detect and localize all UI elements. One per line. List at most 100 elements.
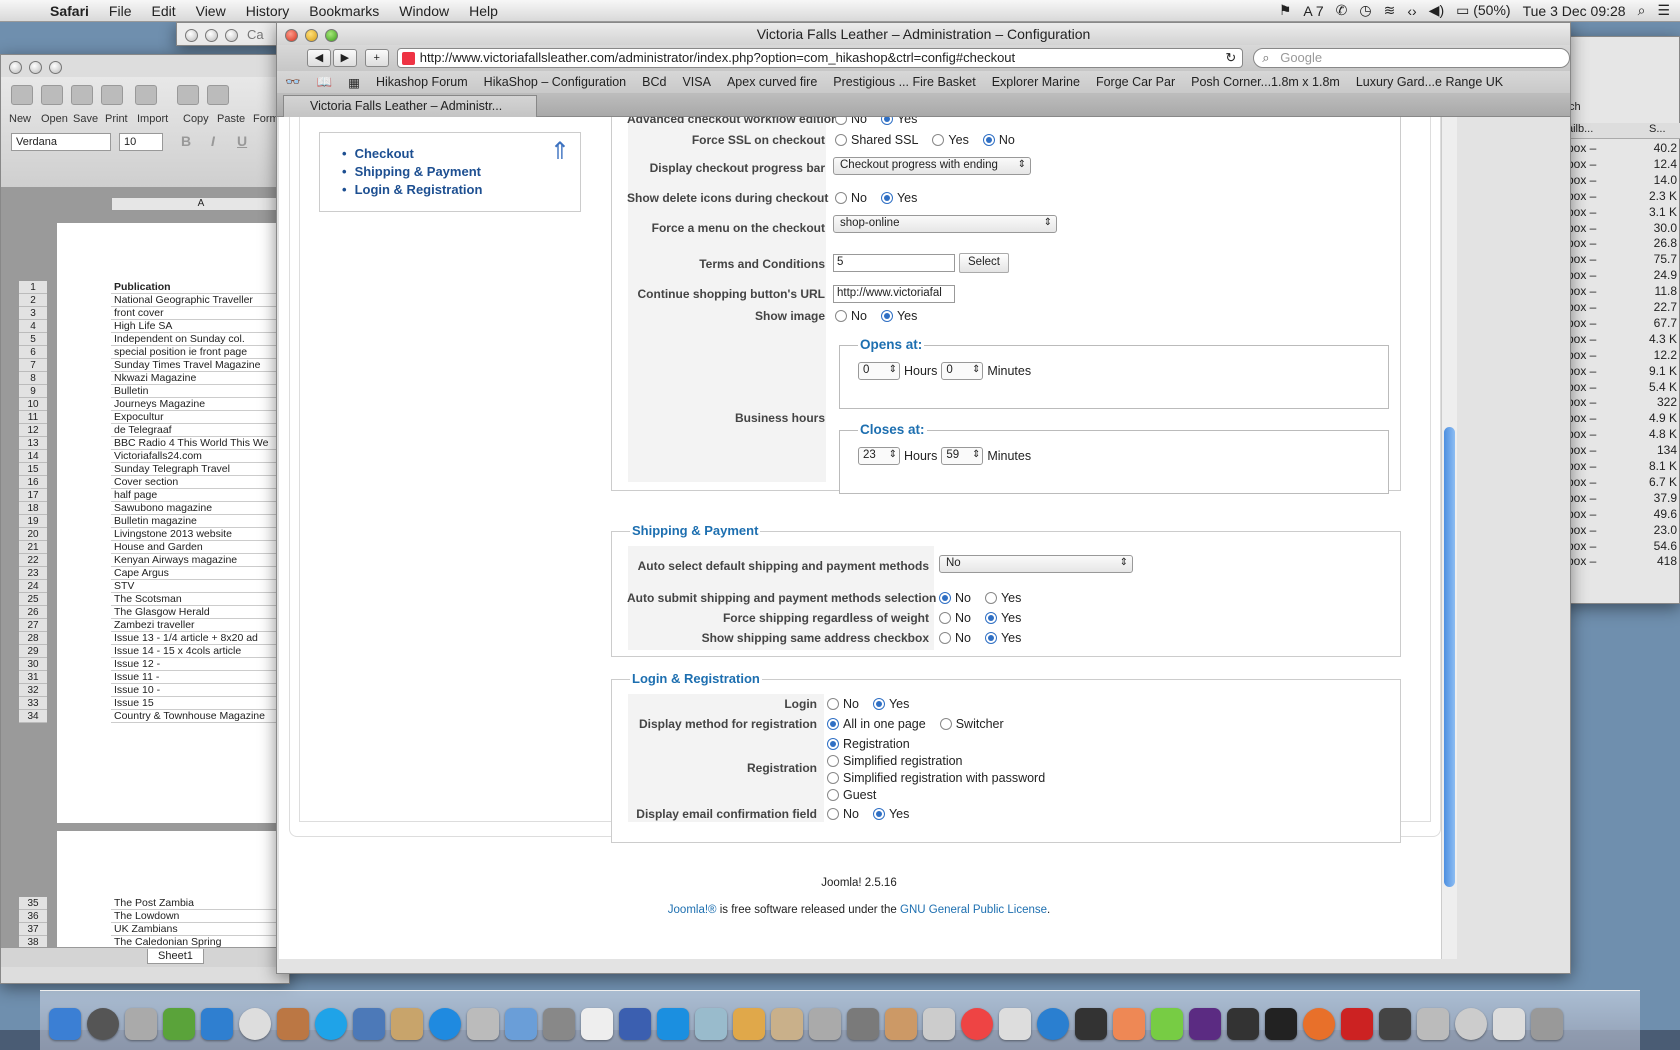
mail-row[interactable]: box – 4.3 K	[1567, 332, 1680, 349]
terms-input[interactable]: 5	[833, 254, 955, 272]
menu-app[interactable]: Safari	[40, 3, 99, 19]
radio-yes[interactable]	[984, 612, 997, 624]
row-number[interactable]: 28	[19, 632, 47, 645]
top-sites-icon[interactable]: ▦	[340, 75, 368, 90]
radio-yes[interactable]	[880, 192, 893, 204]
mail-row[interactable]: box – 4.9 K	[1567, 411, 1680, 428]
print-button[interactable]: Print	[105, 113, 128, 125]
open-icon[interactable]	[41, 85, 63, 105]
mail-row[interactable]: box – 8.1 K	[1567, 459, 1680, 476]
save-button[interactable]: Save	[73, 113, 98, 125]
toc-login-registration[interactable]: Login & Registration	[342, 181, 580, 199]
cell[interactable]: Sunday Times Travel Magazine	[111, 359, 291, 372]
dropbox-icon[interactable]	[657, 1008, 689, 1040]
app-icon[interactable]	[999, 1008, 1031, 1040]
closes-hours-select[interactable]: 23	[858, 447, 900, 465]
radio-no[interactable]	[939, 632, 951, 644]
row-number[interactable]: 35	[19, 897, 47, 910]
force-menu-select[interactable]: shop-online	[833, 215, 1057, 233]
mail-row[interactable]: box – 418	[1567, 554, 1680, 571]
status-icon[interactable]: ⚑	[1279, 2, 1292, 19]
cell[interactable]: Cape Argus	[111, 567, 291, 580]
row-number[interactable]: 13	[19, 437, 47, 450]
menu-history[interactable]: History	[236, 3, 300, 19]
notification-icon[interactable]: ☰	[1657, 2, 1670, 19]
radio-no[interactable]	[827, 808, 839, 820]
sheet-tab[interactable]: Sheet1	[147, 949, 204, 964]
reading-list-icon[interactable]: 👓	[277, 75, 309, 90]
cell[interactable]: STV	[111, 580, 291, 593]
numbers-icon[interactable]	[163, 1008, 195, 1040]
mail-row[interactable]: box – 134	[1567, 443, 1680, 460]
import-button[interactable]: Import	[137, 113, 168, 125]
add-bookmark-icon[interactable]: +	[364, 49, 389, 67]
url-field[interactable]: http://www.victoriafallsleather.com/admi…	[396, 48, 1244, 68]
radio-no[interactable]	[835, 310, 847, 322]
browser-tab[interactable]: Victoria Falls Leather – Administr...	[283, 95, 537, 117]
cell[interactable]: Issue 14 - 15 x 4cols article	[111, 645, 291, 658]
skype-icon[interactable]	[315, 1008, 347, 1040]
row-number[interactable]: 37	[19, 923, 47, 936]
open-button[interactable]: Open	[41, 113, 68, 125]
radio-registration[interactable]	[827, 738, 839, 750]
mail-row[interactable]: box – 67.7	[1567, 316, 1680, 333]
font-size-select[interactable]: 10	[119, 133, 163, 151]
bookmark-item[interactable]: Luxury Gard...e Range UK	[1348, 75, 1511, 89]
radio-all-in-one[interactable]	[827, 718, 839, 730]
scroll-top-icon[interactable]: ⇑	[550, 137, 570, 166]
row-number[interactable]: 36	[19, 910, 47, 923]
row-number[interactable]: 12	[19, 424, 47, 437]
photo-icon[interactable]	[277, 1008, 309, 1040]
opens-hours-select[interactable]: 0	[858, 362, 900, 380]
preview-icon[interactable]	[923, 1008, 955, 1040]
cell[interactable]: half page	[111, 489, 291, 502]
cell[interactable]: Issue 12 -	[111, 658, 291, 671]
app-icon[interactable]	[809, 1008, 841, 1040]
radio-yes[interactable]	[872, 698, 885, 710]
print-icon[interactable]	[101, 85, 123, 105]
cell[interactable]: special position ie front page	[111, 346, 291, 359]
cell[interactable]: BBC Radio 4 This World This We	[111, 437, 291, 450]
cell[interactable]: Bulletin	[111, 385, 291, 398]
row-number[interactable]: 11	[19, 411, 47, 424]
mail-row[interactable]: box – 2.3 K	[1567, 189, 1680, 206]
row-number[interactable]: 3	[19, 307, 47, 320]
wifi-icon[interactable]: ≋	[1384, 2, 1396, 19]
close-icon[interactable]	[9, 61, 22, 74]
bookmark-item[interactable]: Hikashop Forum	[368, 75, 476, 89]
mail-row[interactable]: box – 12.4	[1567, 157, 1680, 174]
row-number[interactable]: 21	[19, 541, 47, 554]
app-icon[interactable]	[1113, 1008, 1145, 1040]
mail-row[interactable]: box – 11.8	[1567, 284, 1680, 301]
radio-switcher[interactable]	[939, 718, 952, 730]
row-number[interactable]: 30	[19, 658, 47, 671]
row-number[interactable]: 9	[19, 385, 47, 398]
menu-bookmarks[interactable]: Bookmarks	[299, 3, 389, 19]
firefox-icon[interactable]	[1303, 1008, 1335, 1040]
row-number[interactable]: 33	[19, 697, 47, 710]
continue-url-input[interactable]: http://www.victoriafal	[833, 285, 955, 303]
mail-row[interactable]: box – 322	[1567, 395, 1680, 412]
cell[interactable]: Victoriafalls24.com	[111, 450, 291, 463]
bookmark-item[interactable]: VISA	[674, 75, 719, 89]
cell[interactable]: Country & Townhouse Magazine	[111, 710, 291, 723]
photos-icon[interactable]	[505, 1008, 537, 1040]
google-earth-icon[interactable]	[1037, 1008, 1069, 1040]
mail-row[interactable]: box – 54.6	[1567, 539, 1680, 556]
code-icon[interactable]: ‹›	[1407, 3, 1416, 19]
audio-icon[interactable]	[1227, 1008, 1259, 1040]
menu-help[interactable]: Help	[459, 3, 508, 19]
acrobat-icon[interactable]	[1341, 1008, 1373, 1040]
adobe-status[interactable]: A 7	[1303, 3, 1323, 19]
bookmark-item[interactable]: HikaShop – Configuration	[476, 75, 634, 89]
app-icon[interactable]	[1151, 1008, 1183, 1040]
bookmark-item[interactable]: Posh Corner...1.8m x 1.8m	[1183, 75, 1348, 89]
row-number[interactable]: 24	[19, 580, 47, 593]
cell[interactable]: The Scotsman	[111, 593, 291, 606]
row-number[interactable]: 27	[19, 619, 47, 632]
bookmark-item[interactable]: Forge Car Par	[1088, 75, 1183, 89]
camera-icon[interactable]	[847, 1008, 879, 1040]
bookmark-item[interactable]: Apex curved fire	[719, 75, 825, 89]
cell[interactable]: UK Zambians	[111, 923, 291, 936]
word-icon[interactable]	[201, 1008, 233, 1040]
